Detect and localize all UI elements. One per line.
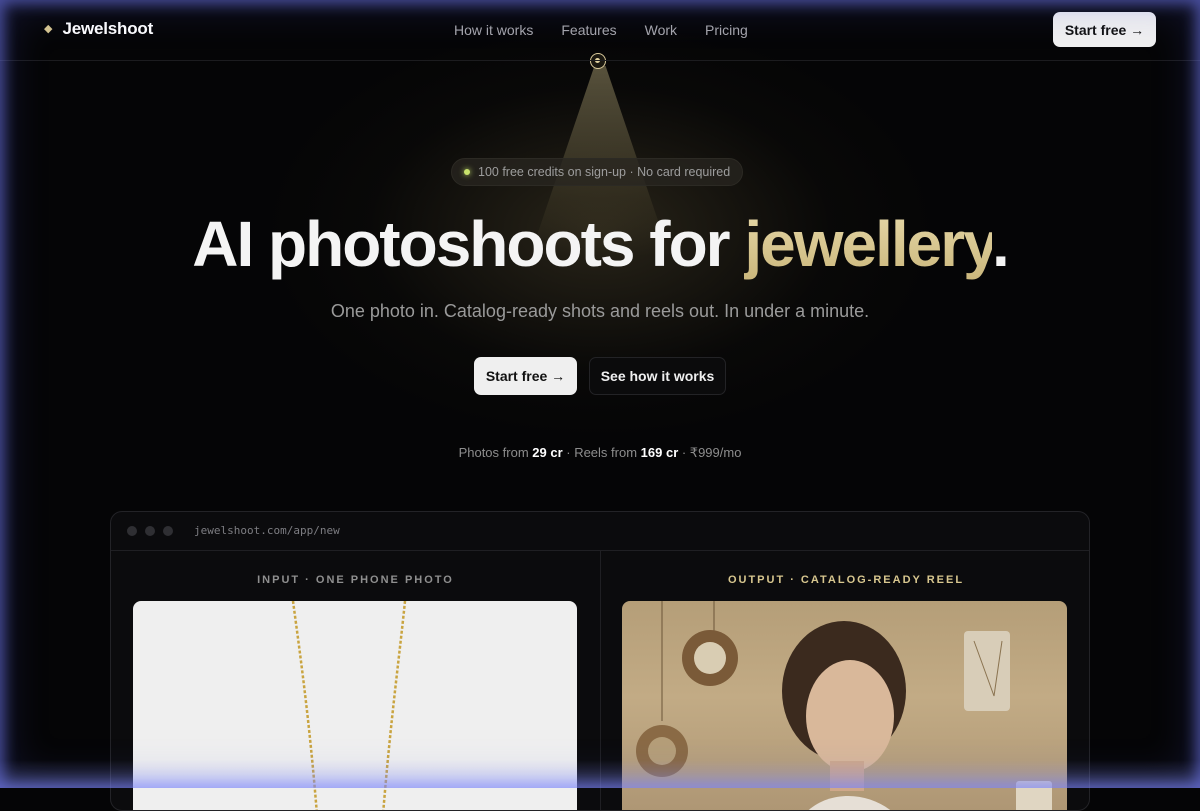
window-dot-icon (163, 526, 173, 536)
brand-logo[interactable]: ◆ Jewelshoot (44, 19, 153, 39)
hero-subtitle: One photo in. Catalog-ready shots and re… (330, 301, 870, 321)
hero-title: AI photoshoots for jewellery. (0, 204, 1200, 284)
input-panel-label: INPUT · ONE PHONE PHOTO (257, 574, 454, 586)
badge-text: 100 free credits on sign-up · No card re… (478, 165, 731, 179)
model-portrait-image (636, 601, 1052, 810)
nav-link-pricing[interactable]: Pricing (705, 21, 748, 39)
output-model-reel (622, 601, 1067, 810)
top-navigation: ◆ Jewelshoot How it works Features Work … (0, 0, 1200, 61)
pricing-photos-prefix: Photos from (458, 445, 533, 460)
brand-name: Jewelshoot (62, 19, 154, 38)
window-dot-icon (145, 526, 155, 536)
gold-chain-image (291, 601, 407, 810)
pricing-reels-value: 169 cr (640, 445, 679, 460)
pricing-monthly: · ₹999/mo (678, 445, 742, 460)
hero-start-free-button[interactable]: Start free → (474, 357, 577, 395)
pricing-reels-prefix: · Reels from (562, 445, 641, 460)
free-credits-badge: 100 free credits on sign-up · No card re… (451, 158, 744, 186)
browser-url: jewelshoot.com/app/new (194, 524, 340, 537)
hero-title-main: AI photoshoots for (192, 208, 745, 280)
hero-title-accent: jewellery (744, 208, 994, 280)
diamond-icon: ◆ (44, 23, 53, 35)
nav-links: How it works Features Work Pricing (454, 21, 748, 39)
hero-title-period: . (992, 208, 1010, 280)
input-necklace-photo (133, 601, 577, 810)
pricing-summary: Photos from 29 cr · Reels from 169 cr · … (0, 444, 1200, 461)
nav-link-how-it-works[interactable]: How it works (454, 21, 533, 39)
browser-toolbar: jewelshoot.com/app/new (111, 512, 1089, 551)
see-how-it-works-button[interactable]: See how it works (589, 357, 726, 395)
nav-link-features[interactable]: Features (561, 21, 616, 39)
output-panel-label: OUTPUT · CATALOG-READY REEL (727, 574, 965, 586)
window-controls (127, 526, 173, 536)
window-dot-icon (127, 526, 137, 536)
app-preview-window: jewelshoot.com/app/new INPUT · ONE PHONE… (110, 511, 1090, 811)
nav-link-work[interactable]: Work (645, 21, 677, 39)
panel-divider (600, 551, 601, 810)
nav-start-free-button[interactable]: Start free → (1053, 12, 1156, 47)
pricing-photos-value: 29 cr (532, 445, 563, 460)
status-dot-icon (464, 169, 470, 175)
